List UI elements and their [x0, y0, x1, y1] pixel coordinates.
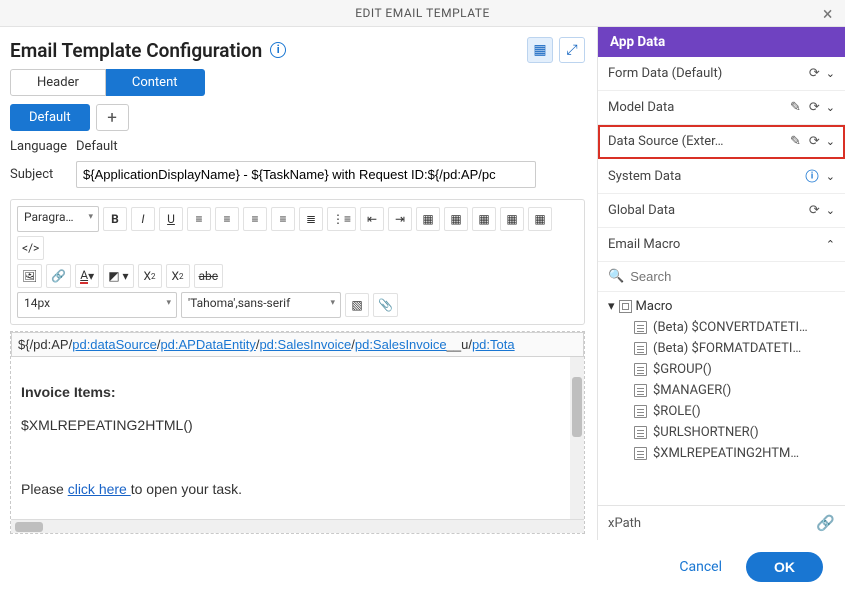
doc-icon [634, 405, 647, 418]
chevron-down-icon[interactable]: ⌄ [826, 101, 835, 114]
variables-button[interactable]: ▧ [345, 293, 369, 317]
chevron-down-icon[interactable]: ⌄ [826, 204, 835, 217]
language-label: Language [10, 139, 76, 154]
link-icon[interactable]: 🔗 [816, 514, 835, 532]
bold-button[interactable]: B [103, 207, 127, 231]
bg-color-button[interactable]: ◩ ▾ [103, 264, 133, 288]
underline-button[interactable]: U [159, 207, 183, 231]
dialog-title-bar: EDIT EMAIL TEMPLATE × [0, 0, 845, 27]
doc-icon [634, 363, 647, 376]
cancel-button[interactable]: Cancel [671, 553, 730, 581]
search-icon: 🔍 [608, 269, 624, 284]
tab-content[interactable]: Content [106, 69, 205, 96]
sidebar-item-model-data[interactable]: Model Data ⌄ [598, 91, 845, 125]
link-button[interactable]: 🔗 [46, 264, 71, 288]
outdent-button[interactable]: ⇤ [360, 207, 384, 231]
chevron-down-icon[interactable]: ⌄ [826, 67, 835, 80]
editor-text-1: Please [21, 481, 68, 497]
tree-leaf[interactable]: $URLSHORTNER() [606, 422, 839, 443]
paragraph-select[interactable]: Paragra… [17, 206, 99, 232]
tree-leaf[interactable]: $GROUP() [606, 359, 839, 380]
attach-button[interactable]: 📎 [373, 293, 398, 317]
refresh-icon[interactable] [809, 100, 820, 115]
image-button[interactable]: 🖼 [17, 264, 42, 288]
tree-leaf[interactable]: (Beta) $CONVERTDATETI… [606, 317, 839, 338]
editor-vertical-scrollbar[interactable] [570, 357, 584, 519]
refresh-icon[interactable] [809, 203, 820, 218]
doc-icon [634, 384, 647, 397]
doc-icon [634, 342, 647, 355]
editor-heading: Invoice Items: [21, 385, 574, 401]
editor-horizontal-scrollbar[interactable] [11, 519, 584, 533]
tree-leaf[interactable]: $XMLREPEATING2HTM… [606, 443, 839, 464]
info-icon[interactable]: i [805, 170, 818, 183]
font-color-button[interactable]: A ▾ [75, 264, 99, 288]
table-button-2[interactable]: ▦ [444, 207, 468, 231]
table-button-1[interactable]: ▦ [416, 207, 440, 231]
refresh-icon[interactable] [809, 66, 820, 81]
tree-leaf[interactable]: $ROLE() [606, 401, 839, 422]
macro-search-input[interactable] [630, 266, 835, 287]
table-button-5[interactable]: ▦ [528, 207, 552, 231]
font-size-select[interactable]: 14px [17, 292, 177, 318]
dialog-title: EDIT EMAIL TEMPLATE [355, 6, 490, 20]
doc-icon [634, 447, 647, 460]
layout-mode-button-2[interactable]: ⤢ [559, 37, 585, 63]
align-left-button[interactable]: ≡ [187, 207, 211, 231]
sidebar-item-data-source[interactable]: Data Source (Exter… ⌄ [598, 125, 845, 159]
source-button[interactable]: </> [17, 236, 44, 260]
xpath-breadcrumb[interactable]: ${/pd:AP/pd:dataSource/pd:APDataEntity/p… [11, 332, 584, 357]
sidebar-item-form-data[interactable]: Form Data (Default) ⌄ [598, 57, 845, 91]
doc-icon [634, 321, 647, 334]
tree-leaf[interactable]: $MANAGER() [606, 380, 839, 401]
ok-button[interactable]: OK [746, 552, 823, 582]
refresh-icon[interactable] [809, 134, 820, 149]
chevron-down-icon[interactable]: ⌄ [826, 170, 835, 183]
sidebar-item-system-data[interactable]: System Data i ⌄ [598, 159, 845, 194]
sidebar-item-email-macro[interactable]: Email Macro ⌃ [598, 228, 845, 262]
page-title: Email Template Configuration [10, 39, 262, 62]
list-bullet-button[interactable]: ⋮≡ [327, 207, 356, 231]
doc-icon [634, 426, 647, 439]
table-button-3[interactable]: ▦ [472, 207, 496, 231]
list-ordered-button[interactable]: ≣ [299, 207, 323, 231]
tree-root-macro[interactable]: ▾ Macro [606, 296, 839, 317]
sidebar-item-global-data[interactable]: Global Data ⌄ [598, 194, 845, 228]
editor-text-2: to open your task. [131, 481, 242, 497]
align-right-button[interactable]: ≡ [243, 207, 267, 231]
folder-icon [619, 300, 632, 313]
tree-leaf[interactable]: (Beta) $FORMATDATETI… [606, 338, 839, 359]
edit-icon[interactable] [790, 100, 801, 115]
sidebar-header: App Data [598, 27, 845, 57]
editor-macro-line: $XMLREPEATING2HTML() [21, 417, 574, 433]
subject-input[interactable] [76, 161, 536, 188]
xpath-row: xPath 🔗 [598, 505, 845, 540]
subtab-default[interactable]: Default [10, 104, 90, 131]
macro-tree: ▾ Macro (Beta) $CONVERTDATETI… (Beta) $F… [598, 292, 845, 505]
language-value: Default [76, 139, 118, 154]
tab-header[interactable]: Header [10, 69, 106, 96]
superscript-button[interactable]: X2 [166, 264, 190, 288]
close-icon[interactable]: × [823, 4, 833, 25]
main-tabs: Header Content [10, 69, 585, 96]
add-subtab-button[interactable]: + [96, 104, 129, 131]
strikethrough-button[interactable]: abc [194, 264, 224, 288]
table-button-4[interactable]: ▦ [500, 207, 524, 231]
editor-body[interactable]: Invoice Items: $XMLREPEATING2HTML() Plea… [11, 357, 584, 519]
editor-toolbar: Paragra… B I U ≡ ≡ ≡ ≡ ≣ ⋮≡ ⇤ ⇥ ▦ ▦ ▦ ▦ [10, 199, 585, 325]
align-center-button[interactable]: ≡ [215, 207, 239, 231]
edit-icon[interactable] [790, 134, 801, 149]
chevron-up-icon[interactable]: ⌃ [826, 238, 835, 251]
click-here-link[interactable]: click here [68, 481, 131, 497]
font-family-select[interactable]: 'Tahoma',sans-serif [181, 292, 341, 318]
align-justify-button[interactable]: ≡ [271, 207, 295, 231]
info-icon[interactable]: i [270, 42, 286, 58]
indent-button[interactable]: ⇥ [388, 207, 412, 231]
layout-mode-button-1[interactable]: ▦ [527, 37, 553, 63]
caret-down-icon: ▾ [608, 299, 615, 314]
subject-label: Subject [10, 167, 76, 182]
subscript-button[interactable]: X2 [138, 264, 162, 288]
chevron-down-icon[interactable]: ⌄ [826, 135, 835, 148]
italic-button[interactable]: I [131, 207, 155, 231]
